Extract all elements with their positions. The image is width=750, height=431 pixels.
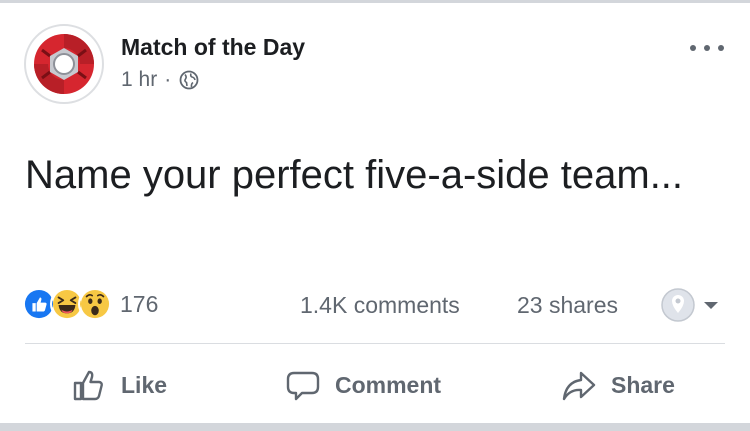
- speech-bubble-icon: [286, 371, 320, 401]
- more-dot: [718, 45, 724, 51]
- actions-divider: [25, 343, 725, 344]
- more-options-icon[interactable]: [690, 38, 724, 58]
- post-timestamp[interactable]: 1 hr: [121, 68, 157, 92]
- shares-count-link[interactable]: 23 shares: [517, 292, 618, 319]
- share-arrow-icon: [562, 371, 596, 401]
- profile-placeholder-icon: [661, 288, 695, 322]
- comment-label: Comment: [335, 371, 442, 398]
- more-dot: [704, 45, 710, 51]
- comment-button[interactable]: Comment: [285, 362, 441, 408]
- post-meta: 1 hr ·: [121, 68, 199, 92]
- wow-reaction-icon: [78, 287, 112, 321]
- reactions-summary[interactable]: 176: [22, 287, 158, 321]
- post-text: Name your perfect five-a-side team...: [25, 153, 684, 197]
- post-stats: 176 1.4K comments 23 shares: [22, 287, 732, 323]
- page-avatar[interactable]: [24, 24, 104, 104]
- reaction-count: 176: [120, 290, 159, 317]
- match-of-the-day-logo-icon: [34, 34, 94, 94]
- top-border: [0, 0, 750, 3]
- bottom-border: [0, 423, 750, 431]
- share-label: Share: [611, 371, 675, 398]
- globe-icon: [179, 70, 199, 90]
- share-button[interactable]: Share: [561, 362, 675, 408]
- meta-separator: ·: [164, 68, 172, 91]
- page-name-link[interactable]: Match of the Day: [121, 34, 305, 61]
- post-actions-bar: Like Comment Share: [0, 362, 750, 408]
- comments-count-link[interactable]: 1.4K comments: [300, 292, 460, 319]
- viewing-as-selector[interactable]: [660, 287, 720, 323]
- like-button[interactable]: Like: [71, 362, 167, 408]
- chevron-down-icon: [704, 302, 718, 309]
- more-dot: [690, 45, 696, 51]
- thumbs-up-icon: [73, 370, 103, 401]
- like-label: Like: [121, 371, 168, 398]
